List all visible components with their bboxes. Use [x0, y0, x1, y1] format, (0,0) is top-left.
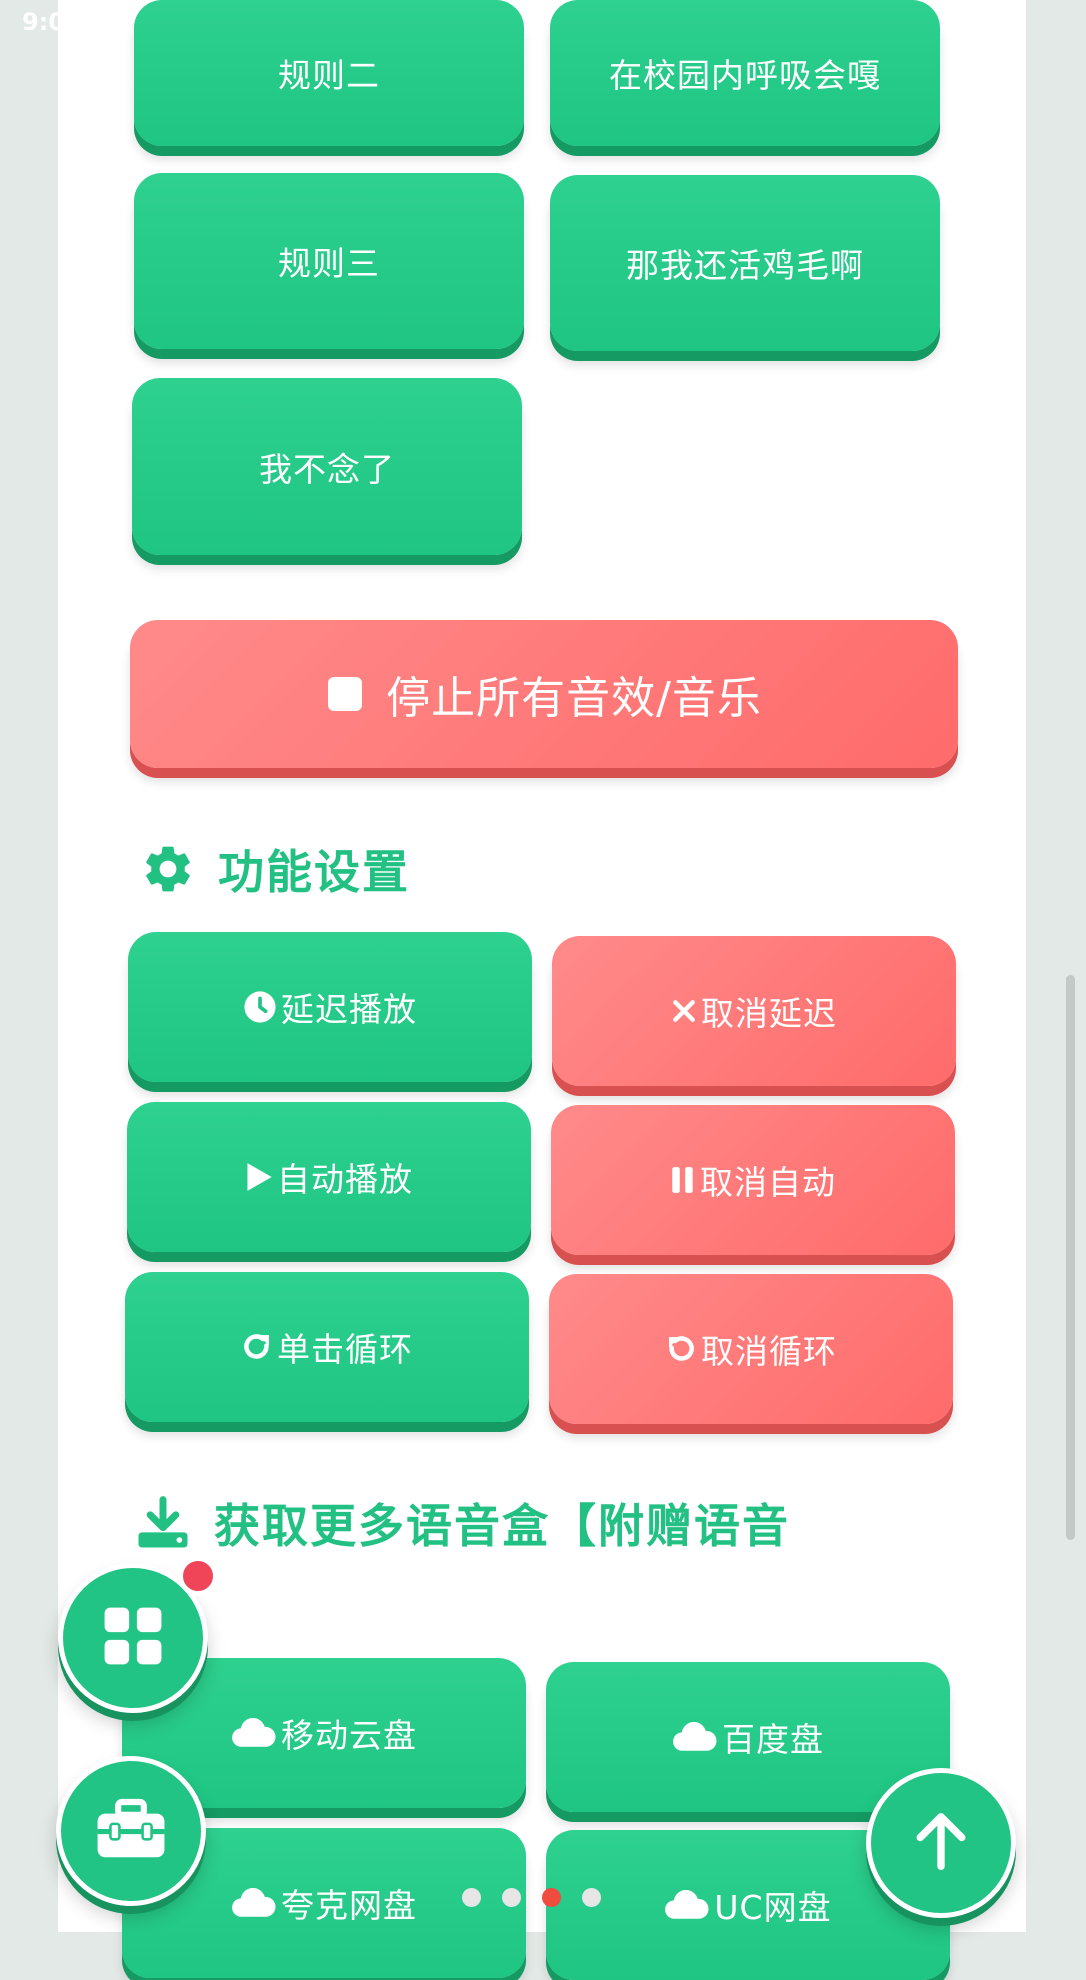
cloud-icon: [231, 1887, 277, 1919]
settings-section-title: 功能设置: [140, 836, 410, 902]
settings-title-text: 功能设置: [218, 845, 410, 899]
auto-play-button[interactable]: 自动播放: [127, 1102, 531, 1252]
voice-button-chicken[interactable]: 那我还活鸡毛啊: [550, 175, 940, 351]
page-indicator: [462, 1888, 601, 1907]
page-dot[interactable]: [582, 1888, 601, 1907]
cancel-auto-button[interactable]: 取消自动: [551, 1105, 955, 1255]
more-title-text: 获取更多语音盒【附赠语音: [214, 1499, 790, 1553]
button-label: 延迟播放: [281, 990, 417, 1029]
button-label: 百度盘: [722, 1720, 824, 1759]
button-label: UC网盘: [714, 1888, 832, 1927]
scroll-top-button[interactable]: [866, 1768, 1016, 1918]
grid-icon: [102, 1605, 164, 1671]
toolbox-button[interactable]: [56, 1756, 206, 1906]
page-dot[interactable]: [462, 1888, 481, 1907]
button-label: 取消循环: [701, 1332, 837, 1371]
delay-play-button[interactable]: 延迟播放: [128, 932, 532, 1082]
notification-badge: [178, 1556, 218, 1596]
button-label: 我不念了: [259, 449, 395, 489]
cloud-icon: [664, 1889, 710, 1921]
more-section-title: 获取更多语音盒【附赠语音: [134, 1490, 790, 1556]
stop-square-icon: [326, 675, 364, 713]
stop-all-button[interactable]: 停止所有音效/音乐: [130, 620, 958, 768]
toolbox-icon: [95, 1798, 167, 1864]
clock-icon: [243, 990, 277, 1024]
voice-button-rule-2[interactable]: 规则二: [134, 0, 524, 146]
button-label: 在校园内呼吸会嘎: [609, 56, 881, 95]
button-label: 规则三: [278, 244, 380, 283]
cancel-loop-button[interactable]: 取消循环: [549, 1274, 953, 1424]
pause-icon: [670, 1166, 696, 1194]
button-label: 取消延迟: [701, 994, 837, 1033]
button-label: 单击循环: [277, 1330, 413, 1369]
button-label: 自动播放: [277, 1160, 413, 1199]
gear-icon: [140, 841, 196, 897]
button-label: 规则二: [278, 56, 380, 95]
cloud-icon: [672, 1721, 718, 1753]
button-label: 移动云盘: [281, 1716, 417, 1755]
play-icon: [245, 1162, 273, 1192]
button-label: 那我还活鸡毛啊: [626, 246, 864, 285]
arrow-up-icon: [913, 1811, 969, 1875]
click-loop-button[interactable]: 单击循环: [125, 1272, 529, 1422]
voice-button-stop-reading[interactable]: 我不念了: [132, 378, 522, 555]
download-icon: [134, 1495, 192, 1551]
undo-icon: [665, 1333, 697, 1365]
stop-all-label: 停止所有音效/音乐: [386, 673, 762, 724]
cancel-delay-button[interactable]: 取消延迟: [552, 936, 956, 1086]
page-dot[interactable]: [542, 1888, 561, 1907]
voice-button-rule-3[interactable]: 规则三: [134, 173, 524, 349]
redo-icon: [241, 1331, 273, 1363]
button-label: 夸克网盘: [281, 1886, 417, 1925]
page-dot[interactable]: [502, 1888, 521, 1907]
button-label: 取消自动: [700, 1163, 836, 1202]
voice-button-campus[interactable]: 在校园内呼吸会嘎: [550, 0, 940, 146]
close-icon: [671, 998, 697, 1024]
scrollbar[interactable]: [1066, 975, 1075, 1540]
cloud-icon: [231, 1717, 277, 1749]
status-time: 9:04: [22, 8, 82, 36]
